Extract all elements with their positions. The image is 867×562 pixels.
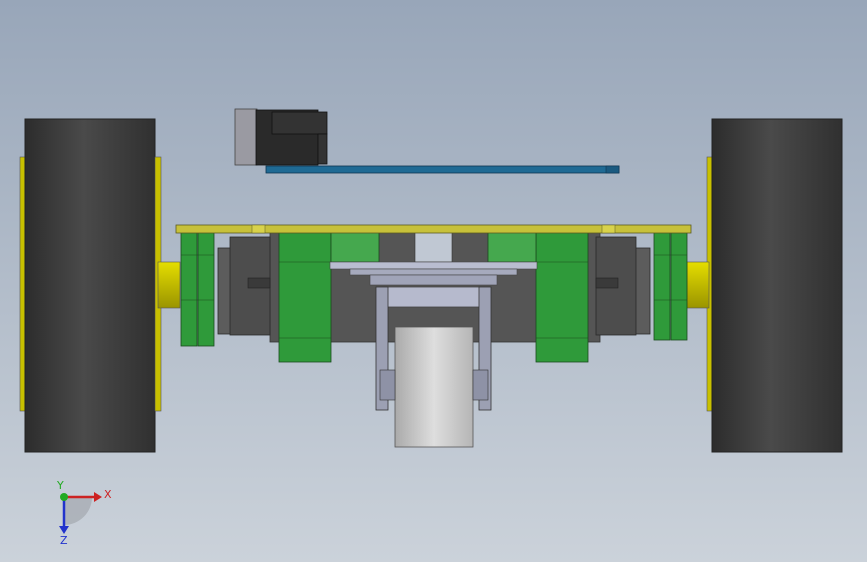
controller-board[interactable] — [265, 165, 620, 174]
x-axis-arrowhead — [94, 492, 102, 502]
stepper-motor[interactable] — [234, 108, 328, 166]
cad-viewport[interactable]: X Y Z — [0, 0, 867, 562]
right-bracket-stack[interactable] — [595, 231, 688, 341]
y-axis-label: Y — [56, 479, 64, 492]
y-axis-dot — [60, 493, 68, 501]
chassis-plate[interactable] — [175, 224, 692, 234]
z-axis-arrowhead — [59, 526, 69, 534]
assembly-front-view: X Y Z — [19, 108, 843, 547]
x-axis-label: X — [104, 488, 112, 501]
right-wheel[interactable] — [686, 118, 843, 453]
z-axis-label: Z — [60, 534, 68, 547]
left-wheel[interactable] — [19, 118, 181, 453]
caster-wheel[interactable] — [379, 326, 489, 448]
orientation-triad: X Y Z — [56, 479, 112, 547]
left-bracket-stack[interactable] — [180, 231, 271, 347]
